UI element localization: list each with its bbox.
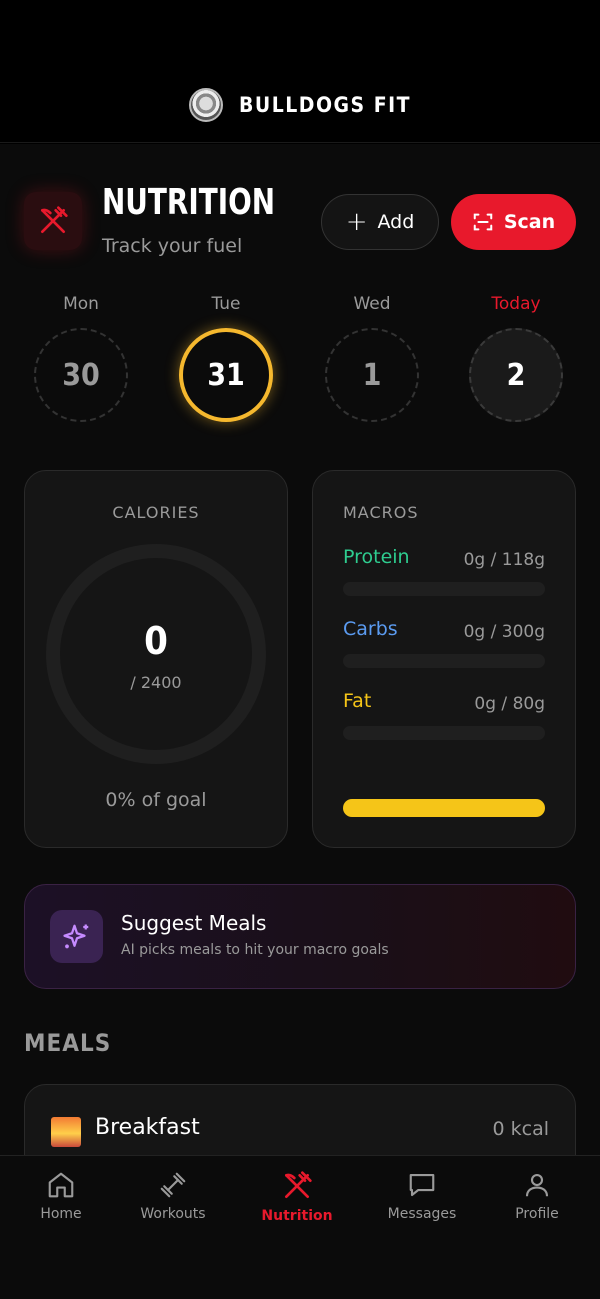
macros-card: MACROS Protein 0g / 118g Carbs 0g / 300g… (312, 470, 576, 848)
person-icon (525, 1173, 549, 1197)
calories-percent: 0% of goal (105, 789, 207, 811)
top-bar: BULLDOGS FIT (0, 0, 600, 143)
bottom-nav: Home Workouts Nutrition Messages Profile (0, 1155, 600, 1299)
day-label: Tue (211, 294, 241, 314)
day-date-circle: 31 (179, 328, 273, 422)
day-date-circle: 1 (325, 328, 419, 422)
calories-goal: / 2400 (130, 673, 182, 692)
page-title: NUTRITION (102, 182, 276, 223)
macro-progress-bar (343, 582, 545, 596)
day-wed[interactable]: Wed 1 (324, 294, 420, 422)
chat-icon (409, 1173, 435, 1197)
add-button-label: Add (377, 211, 415, 233)
day-mon[interactable]: Mon 30 (33, 294, 129, 422)
nutrition-header-icon (24, 192, 82, 250)
day-date-circle: 30 (34, 328, 128, 422)
macro-name: Protein (343, 546, 410, 568)
macros-summary-bar (343, 799, 545, 817)
suggest-meals-title: Suggest Meals (121, 911, 267, 935)
day-date-circle: 2 (469, 328, 563, 422)
meals-section-title: MEALS (24, 1029, 112, 1057)
nav-label: Workouts (140, 1206, 206, 1222)
suggest-meals-subtitle: AI picks meals to hit your macro goals (121, 942, 389, 958)
macro-amount: 0g / 300g (463, 622, 545, 642)
sparkle-icon (50, 910, 103, 963)
nav-profile[interactable]: Profile (482, 1170, 592, 1222)
macro-amount: 0g / 118g (463, 550, 545, 570)
page-subtitle: Track your fuel (102, 235, 243, 257)
dumbbell-icon (160, 1172, 186, 1198)
meal-card-breakfast[interactable]: Breakfast 0 kcal (24, 1084, 576, 1155)
macro-name: Carbs (343, 618, 398, 640)
nav-label: Nutrition (261, 1208, 333, 1224)
nav-workouts[interactable]: Workouts (118, 1170, 228, 1222)
main-content: NUTRITION Track your fuel + Add Scan Mon… (0, 144, 600, 1155)
macro-name: Fat (343, 690, 372, 712)
macros-label: MACROS (343, 503, 419, 522)
add-button[interactable]: + Add (321, 194, 439, 250)
plus-icon: + (345, 207, 368, 237)
macro-progress-bar (343, 654, 545, 668)
home-icon (48, 1172, 74, 1198)
fork-knife-icon (285, 1171, 312, 1198)
meal-kcal: 0 kcal (492, 1118, 550, 1140)
scan-button[interactable]: Scan (451, 194, 576, 250)
calories-label: CALORIES (112, 503, 200, 522)
macro-progress-bar (343, 726, 545, 740)
nav-messages[interactable]: Messages (367, 1170, 477, 1222)
meal-name: Breakfast (95, 1115, 200, 1140)
day-today[interactable]: Today 2 (468, 294, 564, 422)
day-tue[interactable]: Tue 31 (178, 294, 274, 422)
day-label: Today (491, 294, 541, 314)
calories-card: CALORIES 0 / 2400 0% of goal (24, 470, 288, 848)
nav-home[interactable]: Home (6, 1170, 116, 1222)
scan-button-label: Scan (503, 211, 556, 233)
nav-label: Profile (515, 1206, 559, 1222)
scan-icon (473, 213, 493, 231)
suggest-meals-card[interactable]: Suggest Meals AI picks meals to hit your… (24, 884, 576, 989)
day-label: Mon (63, 294, 99, 314)
nav-nutrition[interactable]: Nutrition (242, 1170, 352, 1224)
brand-logo (188, 88, 223, 122)
nav-label: Messages (387, 1206, 457, 1222)
brand: BULLDOGS FIT (0, 88, 600, 122)
day-label: Wed (353, 294, 391, 314)
macro-amount: 0g / 80g (474, 694, 545, 714)
sunrise-icon (51, 1117, 81, 1147)
brand-name: BULLDOGS FIT (238, 93, 412, 117)
calories-value: 0 (144, 619, 168, 663)
nav-label: Home (40, 1206, 82, 1222)
